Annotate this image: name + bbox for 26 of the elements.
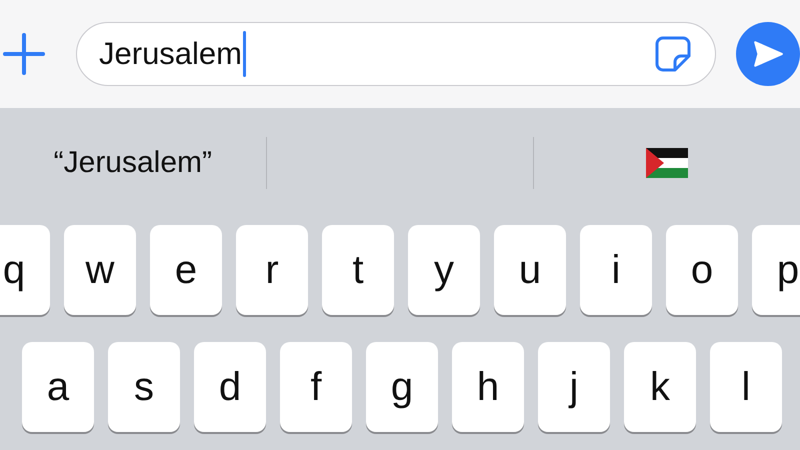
keyboard-key[interactable]: o: [666, 225, 738, 315]
text-cursor: [243, 31, 246, 77]
plus-icon[interactable]: [2, 32, 46, 76]
keyboard-key[interactable]: w: [64, 225, 136, 315]
keyboard-key[interactable]: t: [322, 225, 394, 315]
keyboard-key[interactable]: y: [408, 225, 480, 315]
keyboard-key[interactable]: d: [194, 342, 266, 432]
keyboard-key[interactable]: l: [710, 342, 782, 432]
keyboard-key[interactable]: a: [22, 342, 94, 432]
flag-icon[interactable]: [646, 148, 688, 178]
message-field[interactable]: Jerusalem: [76, 22, 716, 86]
keyboard-key[interactable]: h: [452, 342, 524, 432]
keyboard-key[interactable]: f: [280, 342, 352, 432]
keyboard-key[interactable]: s: [108, 342, 180, 432]
sticker-icon[interactable]: [653, 34, 693, 74]
keyboard-key[interactable]: i: [580, 225, 652, 315]
keyboard-key[interactable]: u: [494, 225, 566, 315]
message-text: Jerusalem: [99, 36, 242, 72]
keyboard-key[interactable]: e: [150, 225, 222, 315]
keyboard-key[interactable]: r: [236, 225, 308, 315]
suggestion[interactable]: “Jerusalem”: [54, 146, 212, 180]
keyboard-key[interactable]: k: [624, 342, 696, 432]
keyboard-key[interactable]: q: [0, 225, 50, 315]
keyboard-key[interactable]: g: [366, 342, 438, 432]
keyboard-key[interactable]: p: [752, 225, 800, 315]
keyboard-key[interactable]: j: [538, 342, 610, 432]
